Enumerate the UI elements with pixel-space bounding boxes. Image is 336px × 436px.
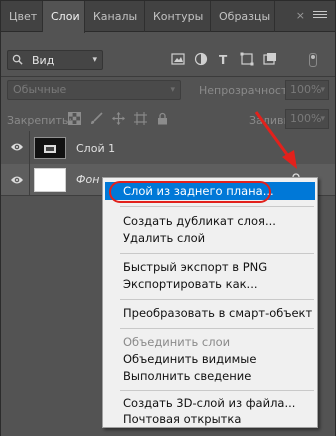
opacity-field[interactable]: 100% ▾ — [285, 80, 329, 100]
opacity-value: 100% — [290, 83, 322, 96]
fill-value: 100% — [290, 112, 322, 125]
menu-item-duplicate-layer[interactable]: Создать дубликат слоя... — [123, 213, 276, 230]
chevron-down-icon: ▾ — [92, 55, 97, 65]
tab-channels[interactable]: Каналы — [85, 1, 145, 32]
menu-item-export-as[interactable]: Экспортировать как... — [123, 276, 258, 293]
tab-paths[interactable]: Контуры — [145, 1, 211, 32]
image-filter-icon[interactable] — [171, 52, 185, 66]
layer-thumbnail[interactable] — [34, 168, 66, 192]
menu-separator — [120, 253, 314, 254]
opacity-label: Непрозрачность: — [199, 84, 298, 97]
menu-item-new-3d-layer-from-file[interactable]: Создать 3D-слой из файла... — [123, 395, 295, 412]
lock-label: Закрепить: — [7, 114, 73, 127]
brush-icon[interactable] — [90, 112, 103, 125]
layer-name[interactable]: Фон — [76, 173, 99, 186]
shape-filter-icon[interactable] — [240, 52, 254, 66]
blend-mode-value: Обычные — [13, 83, 67, 96]
smart-object-filter-icon[interactable] — [263, 52, 277, 66]
menu-separator — [120, 328, 314, 329]
artboard-icon[interactable] — [134, 112, 147, 125]
filter-label: Вид — [32, 54, 55, 67]
move-icon[interactable] — [112, 112, 125, 125]
divider — [1, 76, 335, 77]
layer-thumbnail[interactable] — [34, 137, 66, 159]
filter-toggle-switch[interactable] — [309, 53, 317, 67]
menu-item-delete-layer[interactable]: Удалить слой — [123, 230, 205, 247]
layer-name[interactable]: Слой 1 — [76, 142, 115, 155]
blend-mode-select[interactable]: Обычные ▾ — [7, 80, 181, 100]
type-filter-icon[interactable]: T — [217, 52, 231, 66]
layer-filter-select[interactable]: Вид ▾ — [7, 50, 103, 70]
fill-field[interactable]: 100% ▾ — [285, 109, 329, 129]
menu-item-flatten-image[interactable]: Выполнить сведение — [123, 368, 251, 385]
menu-item-merge-layers: Объединить слои — [123, 335, 231, 349]
svg-text:T: T — [219, 53, 228, 66]
menu-separator — [120, 390, 314, 391]
tab-color[interactable]: Цвет — [1, 1, 43, 32]
eye-icon[interactable] — [10, 174, 24, 186]
menu-separator — [120, 299, 314, 300]
eye-icon[interactable] — [10, 141, 24, 153]
tab-swatches[interactable]: Образцы — [211, 1, 275, 32]
menu-item-convert-to-smart-object[interactable]: Преобразовать в смарт-объект — [123, 305, 312, 322]
tab-layers[interactable]: Слои — [43, 1, 85, 33]
lock-icon[interactable] — [156, 112, 169, 125]
lock-transparent-pixels-icon[interactable] — [68, 112, 81, 125]
close-icon[interactable]: × — [296, 9, 305, 22]
menu-item-merge-visible[interactable]: Объединить видимые — [123, 351, 256, 368]
search-icon — [12, 54, 23, 65]
layer-context-menu: Слой из заднего плана... Создать дублика… — [102, 177, 318, 428]
menu-separator — [120, 206, 314, 207]
chevron-down-icon: ▾ — [320, 114, 325, 124]
panel-menu-icon[interactable] — [313, 9, 327, 23]
menu-item-postcard[interactable]: Почтовая открытка — [123, 411, 241, 428]
chevron-down-icon: ▾ — [170, 85, 175, 95]
layer-row[interactable]: Слой 1 — [1, 131, 335, 165]
panel-tabbar: Цвет Слои Каналы Контуры Образцы × — [1, 1, 335, 33]
menu-item-quick-export-png[interactable]: Быстрый экспорт в PNG — [123, 259, 267, 276]
chevron-down-icon: ▾ — [320, 85, 325, 95]
annotation-outline — [109, 181, 271, 203]
adjustment-filter-icon[interactable] — [194, 52, 208, 66]
